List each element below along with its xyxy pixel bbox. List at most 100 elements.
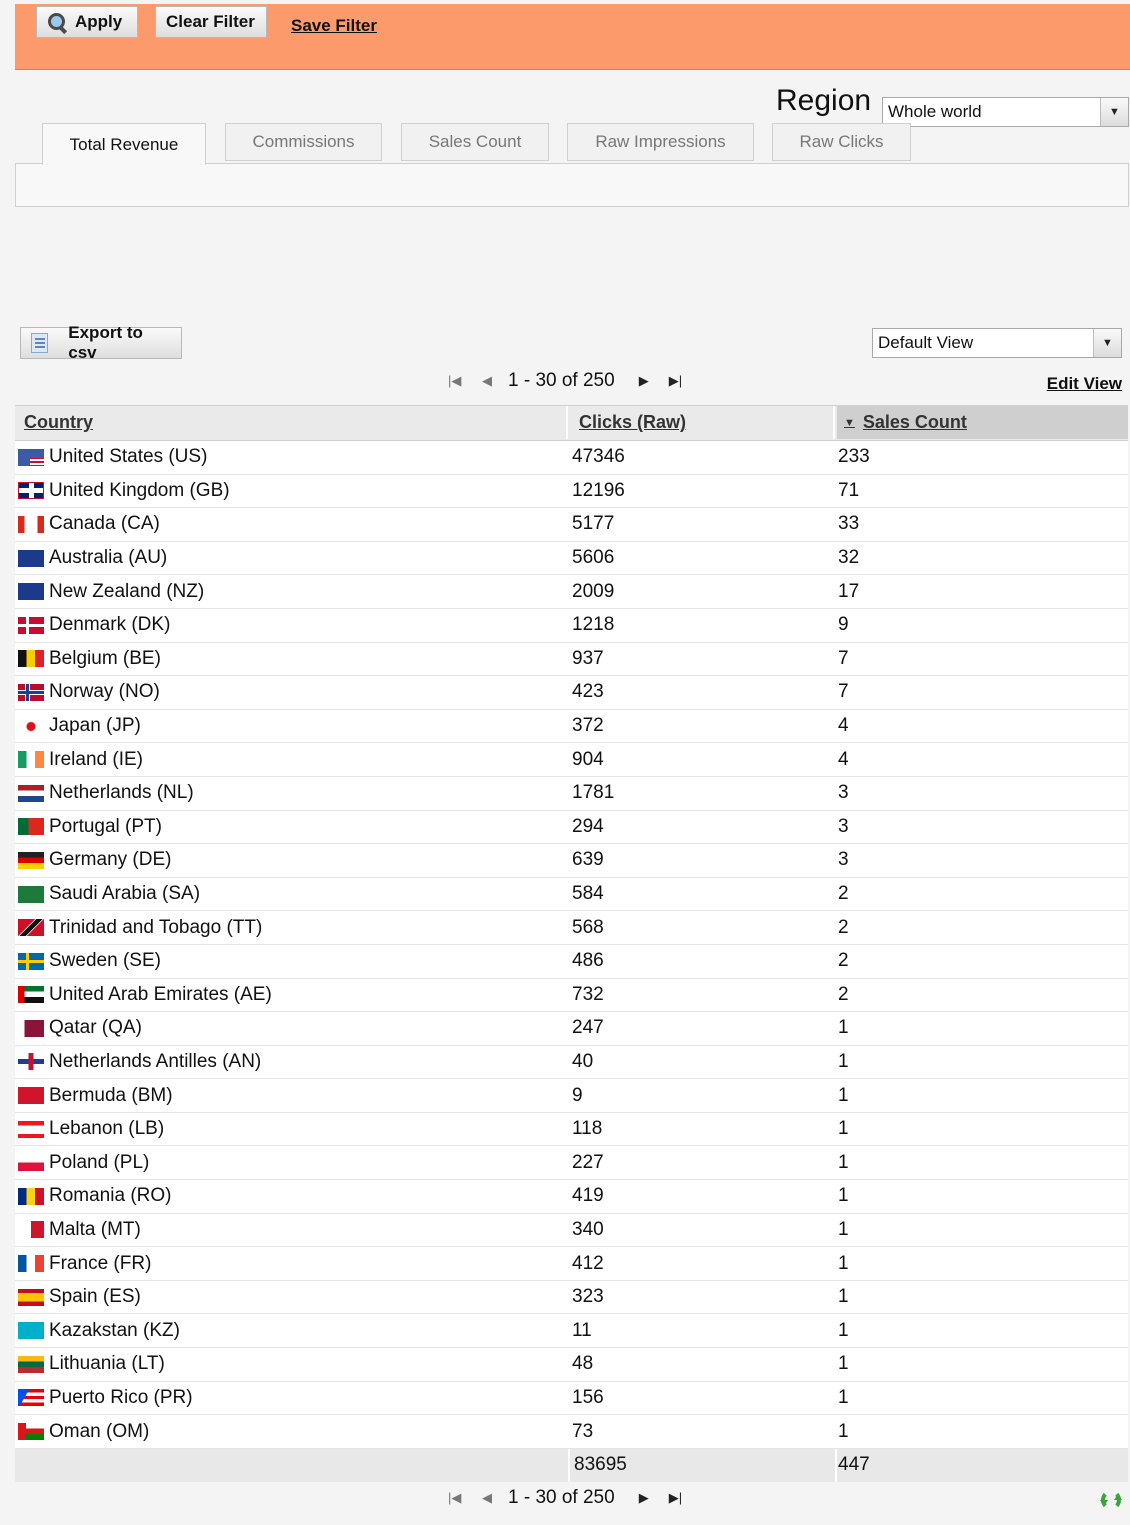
view-select[interactable]: Default View ▼ — [872, 328, 1122, 358]
sales-cell: 2 — [838, 916, 849, 938]
country-name: Saudi Arabia (SA) — [49, 883, 201, 905]
table-row[interactable]: Bermuda (BM) 9 1 — [15, 1079, 1128, 1113]
prev-page-icon[interactable]: ◀ — [482, 1490, 504, 1506]
table-row[interactable]: Puerto Rico (PR) 156 1 — [15, 1381, 1128, 1416]
column-header-clicks[interactable]: Clicks (Raw) — [570, 406, 835, 439]
table-row[interactable]: Lithuania (LT) 48 1 — [15, 1348, 1128, 1382]
column-country-label[interactable]: Country — [24, 412, 93, 433]
table-row[interactable]: Norway (NO) 423 7 — [15, 676, 1128, 710]
apply-button[interactable]: Apply — [36, 6, 138, 38]
table-row[interactable]: Saudi Arabia (SA) 584 2 — [15, 877, 1128, 912]
table-row[interactable]: Spain (ES) 323 1 — [15, 1280, 1128, 1315]
region-select[interactable]: Whole world ▼ — [882, 97, 1129, 127]
table-row[interactable]: Netherlands (NL) 1781 3 — [15, 776, 1128, 811]
sales-cell: 1 — [838, 1050, 849, 1072]
tab-total-revenue[interactable]: Total Revenue — [42, 123, 206, 165]
country-cell: Malta (MT) — [18, 1214, 141, 1247]
country-cell: New Zealand (NZ) — [18, 575, 204, 608]
table-row[interactable]: Canada (CA) 5177 33 — [15, 508, 1128, 542]
country-name: Australia (AU) — [49, 547, 168, 569]
table-header: Country Clicks (Raw) ▼ Sales Count — [15, 405, 1128, 441]
next-page-icon[interactable]: ▶ — [639, 1490, 669, 1506]
edit-view-link[interactable]: Edit View — [1047, 374, 1122, 394]
table-row[interactable]: Qatar (QA) 247 1 — [15, 1012, 1128, 1046]
country-name: Norway (NO) — [49, 681, 160, 703]
country-cell: Germany (DE) — [18, 844, 171, 877]
next-page-icon[interactable]: ▶ — [639, 373, 669, 389]
table-row[interactable]: Lebanon (LB) 118 1 — [15, 1112, 1128, 1147]
clicks-cell: 486 — [572, 950, 604, 972]
table-row[interactable]: United Kingdom (GB) 12196 71 — [15, 474, 1128, 509]
dropdown-arrow-icon[interactable]: ▼ — [1093, 329, 1121, 357]
sales-cell: 1 — [838, 1185, 849, 1207]
flag-sa-icon — [18, 885, 44, 903]
country-name: Poland (PL) — [49, 1151, 150, 1173]
clicks-cell: 323 — [572, 1286, 604, 1308]
last-page-icon[interactable]: ▶| — [669, 373, 703, 389]
view-selected-value: Default View — [878, 333, 974, 352]
flag-mt-icon — [18, 1221, 44, 1239]
table-row[interactable]: Oman (OM) 73 1 — [15, 1415, 1128, 1449]
flag-nl-icon — [18, 784, 44, 802]
country-name: United Arab Emirates (AE) — [49, 983, 272, 1005]
country-cell: Trinidad and Tobago (TT) — [18, 911, 262, 944]
clicks-cell: 937 — [572, 647, 604, 669]
prev-page-icon[interactable]: ◀ — [482, 373, 504, 389]
table-row[interactable]: Sweden (SE) 486 2 — [15, 944, 1128, 979]
tab-commissions[interactable]: Commissions — [225, 123, 382, 161]
column-clicks-label[interactable]: Clicks (Raw) — [579, 412, 686, 433]
tab-raw-impressions[interactable]: Raw Impressions — [567, 123, 754, 161]
sales-cell: 1 — [838, 1118, 849, 1140]
flag-ae-icon — [18, 986, 44, 1004]
first-page-icon[interactable]: |◀ — [448, 1490, 482, 1506]
country-cell: Romania (RO) — [18, 1180, 171, 1213]
flag-qa-icon — [18, 1019, 44, 1037]
save-filter-link[interactable]: Save Filter — [291, 16, 377, 36]
sales-cell: 7 — [838, 681, 849, 703]
table-row[interactable]: New Zealand (NZ) 2009 17 — [15, 575, 1128, 609]
table-row[interactable]: Ireland (IE) 904 4 — [15, 743, 1128, 777]
column-sales-label[interactable]: Sales Count — [863, 412, 967, 433]
table-row[interactable]: Australia (AU) 5606 32 — [15, 541, 1128, 576]
table-row[interactable]: United Arab Emirates (AE) 732 2 — [15, 978, 1128, 1013]
last-page-icon[interactable]: ▶| — [669, 1490, 703, 1506]
table-row[interactable]: Denmark (DK) 1218 9 — [15, 608, 1128, 643]
table-row[interactable]: Kazakstan (KZ) 11 1 — [15, 1314, 1128, 1349]
country-cell: Lebanon (LB) — [18, 1113, 164, 1146]
table-row[interactable]: Romania (RO) 419 1 — [15, 1180, 1128, 1214]
table-row[interactable]: Portugal (PT) 294 3 — [15, 810, 1128, 845]
sales-cell: 4 — [838, 715, 849, 737]
table-row[interactable]: Netherlands Antilles (AN) 40 1 — [15, 1045, 1128, 1080]
table-row[interactable]: Malta (MT) 340 1 — [15, 1213, 1128, 1248]
table-row[interactable]: Belgium (BE) 937 7 — [15, 642, 1128, 677]
total-sales: 447 — [838, 1454, 870, 1476]
country-cell: Belgium (BE) — [18, 643, 161, 676]
flag-pl-icon — [18, 1154, 44, 1172]
table-row[interactable]: Poland (PL) 227 1 — [15, 1146, 1128, 1181]
column-header-sales[interactable]: ▼ Sales Count — [837, 406, 1128, 439]
flag-tt-icon — [18, 919, 44, 937]
table-row[interactable]: Germany (DE) 639 3 — [15, 844, 1128, 878]
table-row[interactable]: Japan (JP) 372 4 — [15, 709, 1128, 744]
country-table: Country Clicks (Raw) ▼ Sales Count Unite… — [15, 405, 1128, 1482]
column-header-country[interactable]: Country — [15, 406, 568, 439]
magnifier-icon — [47, 12, 68, 35]
clear-filter-button[interactable]: Clear Filter — [155, 6, 267, 38]
clicks-cell: 904 — [572, 748, 604, 770]
table-row[interactable]: United States (US) 47346 233 — [15, 441, 1128, 475]
flag-pr-icon — [18, 1389, 44, 1407]
first-page-icon[interactable]: |◀ — [448, 373, 482, 389]
table-row[interactable]: Trinidad and Tobago (TT) 568 2 — [15, 911, 1128, 945]
clicks-cell: 1781 — [572, 782, 615, 804]
pager-top: |◀ ◀ 1 - 30 of 250 ▶ ▶| — [448, 370, 703, 392]
flag-dk-icon — [18, 616, 44, 634]
tab-sales-count[interactable]: Sales Count — [401, 123, 549, 161]
flag-se-icon — [18, 952, 44, 970]
dropdown-arrow-icon[interactable]: ▼ — [1100, 98, 1128, 126]
table-row[interactable]: France (FR) 412 1 — [15, 1247, 1128, 1281]
tab-raw-clicks[interactable]: Raw Clicks — [772, 123, 911, 161]
export-csv-button[interactable]: Export to csv — [20, 323, 182, 362]
sales-cell: 2 — [838, 983, 849, 1005]
country-name: Trinidad and Tobago (TT) — [49, 916, 263, 938]
refresh-icon[interactable] — [1100, 1490, 1122, 1510]
